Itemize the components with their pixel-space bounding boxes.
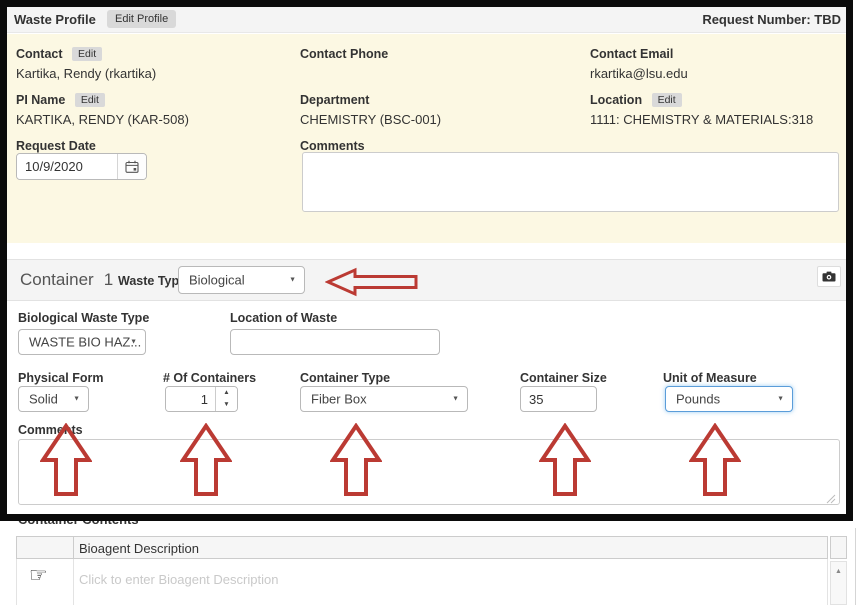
annotation-arrow-up-num-containers <box>180 423 232 497</box>
camera-icon <box>822 271 836 282</box>
chevron-down-icon: ▼ <box>452 396 459 403</box>
request-date-picker <box>16 153 147 180</box>
bioagent-description-column-header: Bioagent Description <box>79 541 199 556</box>
location-edit-button[interactable]: Edit <box>652 93 682 107</box>
annotation-arrow-up-container-size <box>539 423 591 497</box>
num-containers-label: # Of Containers <box>163 371 256 385</box>
annotation-arrow-up-container-type <box>330 423 382 497</box>
request-date-input[interactable] <box>17 154 117 179</box>
location-value: 1111: CHEMISTRY & MATERIALS:318 <box>590 112 813 127</box>
biological-waste-type-label: Biological Waste Type <box>18 311 149 325</box>
container-type-dropdown[interactable]: Fiber Box ▼ <box>300 386 468 412</box>
unit-of-measure-label: Unit of Measure <box>663 371 757 385</box>
table-column-divider <box>73 537 74 558</box>
title-bar: Waste Profile Edit Profile Request Numbe… <box>7 7 846 33</box>
contact-edit-button[interactable]: Edit <box>72 47 102 61</box>
num-containers-stepper: ▲ ▼ <box>165 386 238 412</box>
contact-email-label: Contact Email <box>590 47 673 61</box>
profile-comments-textarea[interactable] <box>302 152 839 212</box>
container-type-label: Container Type <box>300 371 390 385</box>
scrollbar-up-icon[interactable]: ▲ <box>831 562 846 575</box>
physical-form-dropdown[interactable]: Solid ▼ <box>18 386 89 412</box>
container-section-header: Container1 Waste Type Biological ▼ <box>7 259 846 301</box>
request-number: Request Number: TBD <box>702 12 841 27</box>
calendar-icon <box>125 160 139 173</box>
page-title: Waste Profile <box>14 12 96 27</box>
stepper-up-icon[interactable]: ▲ <box>216 387 237 399</box>
department-label: Department <box>300 93 369 107</box>
annotation-arrow-up-physical-form <box>40 423 92 497</box>
page-edge-divider <box>855 528 856 605</box>
camera-button[interactable] <box>817 266 841 287</box>
pi-name-edit-button[interactable]: Edit <box>75 93 105 107</box>
biological-waste-type-dropdown[interactable]: WASTE BIO HAZ... ▼ <box>18 329 146 355</box>
annotation-arrow-up-unit-of-measure <box>689 423 741 497</box>
location-of-waste-label: Location of Waste <box>230 311 337 325</box>
container-title: Container1 <box>20 270 113 290</box>
profile-comments-label: Comments <box>300 139 365 153</box>
table-column-divider <box>73 559 74 605</box>
row-pointer-hand-icon: ☞ <box>29 563 48 588</box>
scrollbar-header-cell <box>830 536 847 559</box>
container-size-input[interactable] <box>520 386 597 412</box>
contact-email-value: rkartika@lsu.edu <box>590 66 688 81</box>
profile-panel: Contact Edit Kartika, Rendy (rkartika) C… <box>7 34 846 243</box>
edit-profile-button[interactable]: Edit Profile <box>107 10 176 28</box>
table-scrollbar[interactable]: ▲ <box>830 561 847 605</box>
stepper-down-icon[interactable]: ▼ <box>216 399 237 411</box>
contact-value: Kartika, Rendy (rkartika) <box>16 66 156 81</box>
annotation-arrow-left <box>325 267 419 297</box>
bioagent-table-row: ☞ Click to enter Bioagent Description <box>16 559 828 605</box>
location-of-waste-input[interactable] <box>230 329 440 355</box>
request-date-label: Request Date <box>16 139 96 153</box>
container-number: 1 <box>104 270 113 289</box>
bioagent-description-cell[interactable]: Click to enter Bioagent Description <box>79 572 278 587</box>
calendar-button[interactable] <box>117 154 146 179</box>
department-value: CHEMISTRY (BSC-001) <box>300 112 441 127</box>
contact-label: Contact Edit <box>16 47 102 61</box>
pi-name-value: KARTIKA, RENDY (KAR-508) <box>16 112 189 127</box>
waste-type-label: Waste Type <box>118 274 186 288</box>
resize-handle-icon[interactable] <box>825 493 836 504</box>
contact-phone-label: Contact Phone <box>300 47 388 61</box>
chevron-down-icon: ▼ <box>73 396 80 403</box>
physical-form-label: Physical Form <box>18 371 103 385</box>
num-containers-input[interactable] <box>166 387 215 411</box>
location-label: Location Edit <box>590 93 682 107</box>
chevron-down-icon: ▼ <box>130 339 137 346</box>
chevron-down-icon: ▼ <box>289 277 296 284</box>
chevron-down-icon: ▼ <box>777 396 784 403</box>
pi-name-label: PI Name Edit <box>16 93 105 107</box>
waste-type-dropdown[interactable]: Biological ▼ <box>178 266 305 294</box>
bioagent-table-header: Bioagent Description <box>16 536 828 559</box>
stepper-buttons: ▲ ▼ <box>215 387 237 411</box>
unit-of-measure-dropdown[interactable]: Pounds ▼ <box>665 386 793 412</box>
waste-request-page: Container Contents Bioagent Description … <box>0 0 859 605</box>
container-size-label: Container Size <box>520 371 607 385</box>
